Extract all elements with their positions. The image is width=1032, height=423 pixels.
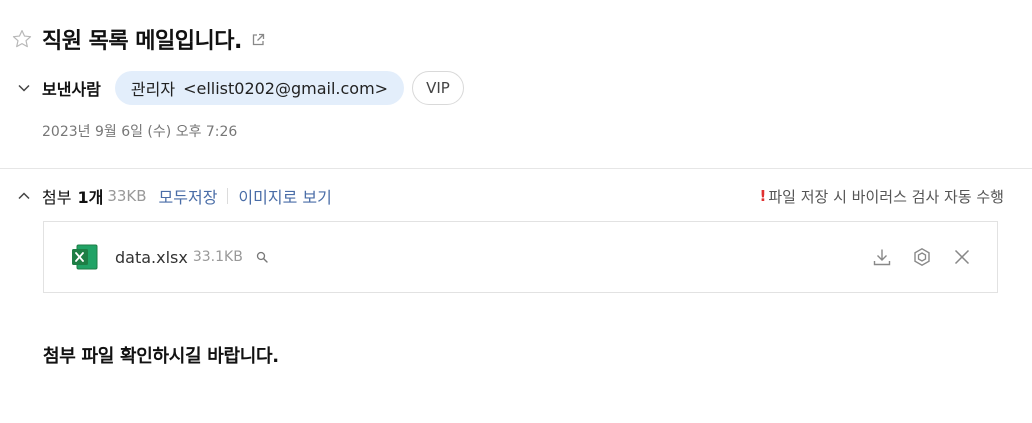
attachment-item: data.xlsx 33.1KB <box>43 221 998 293</box>
warning-icon: ! <box>759 187 767 205</box>
attachments-total-size: 33KB <box>107 187 147 205</box>
attachments-header: 첨부 1개 33KB 모두저장 이미지로 보기 ! 파일 저장 시 바이러스 검… <box>14 183 1004 209</box>
download-icon[interactable] <box>871 246 893 268</box>
mail-date: 2023년 9월 6일 (수) 오후 7:26 <box>42 124 238 140</box>
excel-file-icon <box>71 243 99 271</box>
sender-name: 관리자 <box>130 80 176 99</box>
chevron-up-icon[interactable] <box>14 186 34 206</box>
hexagon-scan-icon[interactable] <box>911 246 933 268</box>
virus-scan-note: ! 파일 저장 시 바이러스 검사 자동 수행 <box>760 186 1004 207</box>
mail-body: 첨부 파일 확인하시길 바랍니다. <box>43 346 279 367</box>
view-as-image-button[interactable]: 이미지로 보기 <box>238 184 331 208</box>
external-link-icon[interactable] <box>250 32 266 48</box>
attachment-actions <box>871 246 973 268</box>
attachment-file-size: 33.1KB <box>192 249 243 265</box>
attachment-file-name[interactable]: data.xlsx <box>115 248 188 267</box>
mail-subject: 직원 목록 메일입니다. <box>42 29 242 54</box>
close-icon[interactable] <box>951 246 973 268</box>
search-icon[interactable] <box>255 250 269 264</box>
chevron-down-icon[interactable] <box>14 78 34 98</box>
save-all-button[interactable]: 모두저장 <box>159 184 218 208</box>
vip-button[interactable]: VIP <box>412 71 464 105</box>
attachments-count: 1개 <box>77 188 104 207</box>
subject-row: 직원 목록 메일입니다. <box>10 22 266 56</box>
virus-scan-text: 파일 저장 시 바이러스 검사 자동 수행 <box>768 187 1004 206</box>
sender-chip[interactable]: 관리자 <ellist0202@gmail.com> <box>114 71 405 105</box>
sender-label: 보낸사람 <box>42 80 101 99</box>
sender-email: <ellist0202@gmail.com> <box>183 78 389 98</box>
star-icon[interactable] <box>10 27 34 51</box>
divider <box>0 168 1032 169</box>
separator <box>227 188 229 204</box>
attachments-label: 첨부 <box>42 188 72 207</box>
sender-row: 보낸사람 관리자 <ellist0202@gmail.com> VIP <box>14 70 464 106</box>
